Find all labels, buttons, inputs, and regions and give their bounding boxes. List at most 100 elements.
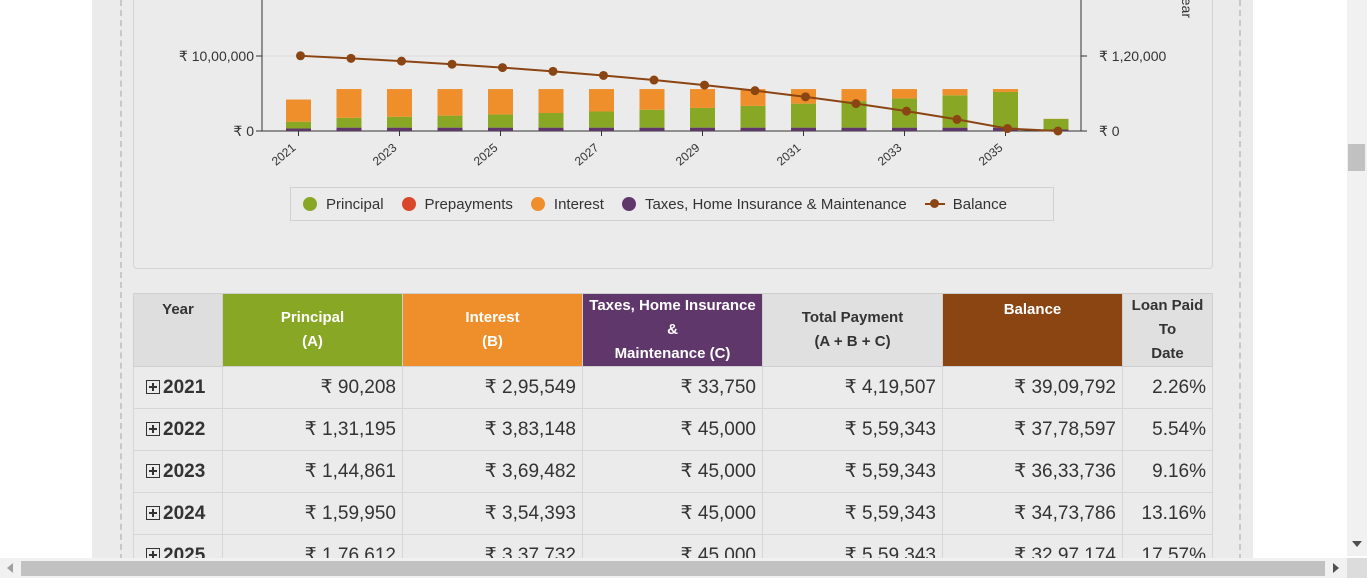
bar-taxes: [286, 128, 311, 131]
bar-interest: [286, 99, 311, 122]
bar-interest: [993, 89, 1018, 92]
bar-interest: [538, 89, 564, 113]
legend-item-principal[interactable]: Principal: [303, 196, 384, 213]
bar-principal: [690, 107, 715, 128]
balance-point: [902, 106, 911, 116]
bar-principal: [589, 111, 614, 128]
balance-point: [700, 80, 709, 90]
legend-item-balance[interactable]: Balance: [924, 195, 1007, 213]
total-cell: ₹ 5,59,343: [762, 408, 943, 451]
principal-dot-icon: [303, 197, 317, 211]
x-tick-label: 2033: [875, 140, 905, 168]
legend-item-prepayments[interactable]: Prepayments: [401, 195, 513, 213]
legend-label-prepayments: Prepayments: [424, 195, 513, 213]
principal-cell: ₹ 1,59,950: [222, 492, 403, 535]
balance-point: [548, 66, 558, 76]
balance-point: [801, 92, 810, 102]
interest-cell: ₹ 3,54,393: [402, 492, 583, 535]
taxes-dot-icon: [621, 197, 636, 211]
x-tick-label: 2023: [370, 140, 400, 168]
total-cell: ₹ 5,59,343: [762, 492, 943, 535]
bar-interest: [589, 89, 614, 112]
legend-label-taxes: Taxes, Home Insurance & Maintenance: [644, 195, 907, 213]
header-loan-paid: Loan Paid To Date: [1122, 293, 1213, 367]
principal-cell: ₹ 1,44,861: [222, 450, 403, 493]
bar-interest: [942, 89, 968, 96]
bar-principal: [538, 113, 564, 128]
taxes-cell: ₹ 33,750: [582, 366, 763, 409]
prepayments-dot-icon: [401, 197, 416, 211]
taxes-cell: ₹ 45,000: [582, 408, 763, 451]
left-tick-label: ₹ 0: [233, 123, 254, 139]
balance-point: [750, 86, 760, 96]
bar-interest: [488, 89, 513, 115]
horizontal-scroll-thumb[interactable]: [21, 561, 1325, 576]
balance-cell: ₹ 34,73,786: [942, 492, 1123, 535]
paid-cell: 5.54%: [1122, 408, 1213, 451]
paid-cell: 9.16%: [1122, 450, 1213, 493]
principal-cell: ₹ 1,31,195: [222, 408, 403, 451]
header-total-payment: Total Payment (A + B + C): [762, 293, 943, 367]
bar-taxes: [437, 127, 463, 131]
legend-item-taxes[interactable]: Taxes, Home Insurance & Maintenance: [621, 195, 907, 213]
balance-point: [447, 59, 457, 69]
year-cell[interactable]: 2023: [133, 450, 223, 493]
expand-icon[interactable]: [146, 463, 160, 478]
bar-taxes: [740, 127, 766, 131]
balance-point: [851, 99, 861, 109]
expand-icon[interactable]: [146, 505, 160, 520]
legend-label-principal: Principal: [326, 195, 384, 213]
principal-cell: ₹ 90,208: [222, 366, 403, 409]
balance-point: [1053, 126, 1063, 136]
legend-item-interest[interactable]: Interest: [530, 195, 604, 213]
table-row: 2023 ₹ 1,44,861 ₹ 3,69,482 ₹ 45,000 ₹ 5,…: [133, 450, 1213, 493]
interest-dot-icon: [530, 197, 545, 211]
scroll-down-arrow-icon[interactable]: [1352, 541, 1362, 547]
year-cell[interactable]: 2022: [133, 408, 223, 451]
header-year: Year: [133, 293, 223, 367]
balance-point: [599, 70, 608, 80]
bar-principal: [387, 116, 412, 128]
x-tick-label: 2029: [673, 140, 703, 168]
balance-point: [397, 56, 406, 66]
bar-taxes: [639, 127, 665, 131]
legend-label-interest: Interest: [553, 195, 604, 213]
interest-cell: ₹ 2,95,549: [402, 366, 583, 409]
vertical-scrollbar[interactable]: [1347, 0, 1367, 556]
header-interest: Interest (B): [402, 293, 583, 367]
table-row: 2024 ₹ 1,59,950 ₹ 3,54,393 ₹ 45,000 ₹ 5,…: [133, 492, 1213, 535]
bar-interest: [690, 89, 715, 108]
balance-cell: ₹ 39,09,792: [942, 366, 1123, 409]
x-tick-label: 2025: [471, 140, 501, 168]
year-cell[interactable]: 2024: [133, 492, 223, 535]
bar-taxes: [690, 127, 715, 131]
balance-point: [346, 53, 356, 63]
scroll-right-arrow-icon[interactable]: [1333, 563, 1339, 573]
scroll-left-arrow-icon[interactable]: [7, 563, 13, 573]
vertical-scroll-thumb[interactable]: [1348, 144, 1365, 171]
expand-icon[interactable]: [146, 379, 160, 394]
year-cell[interactable]: 2021: [133, 366, 223, 409]
bar-principal: [488, 114, 513, 128]
bar-interest: [841, 89, 867, 102]
payment-chart: ₹ 0 ₹ 10,00,000 ₹ 0 ₹ 1,20,000 year 2021 2023 2…: [179, 0, 1195, 168]
bar-interest: [336, 89, 362, 118]
header-principal: Principal (A): [222, 293, 403, 367]
interest-cell: ₹ 3,69,482: [402, 450, 583, 493]
legend-label-balance: Balance: [952, 195, 1007, 213]
bar-taxes: [589, 127, 614, 131]
bar-interest: [639, 89, 665, 110]
bar-interest: [892, 89, 917, 99]
bar-taxes: [791, 127, 816, 131]
balance-point: [649, 75, 659, 85]
bar-interest: [437, 89, 463, 116]
bar-principal: [336, 117, 362, 128]
x-tick-label: 2035: [976, 140, 1006, 168]
table-header-row: Year Principal (A) Interest (B) Taxes, Hom…: [133, 293, 1213, 367]
balance-point: [498, 63, 507, 73]
bar-interest: [387, 89, 412, 117]
right-tick-label: ₹ 0: [1099, 123, 1120, 139]
bar-principal: [993, 91, 1018, 128]
expand-icon[interactable]: [146, 421, 160, 436]
table-row: 2021 ₹ 90,208 ₹ 2,95,549 ₹ 33,750 ₹ 4,19…: [133, 366, 1213, 409]
